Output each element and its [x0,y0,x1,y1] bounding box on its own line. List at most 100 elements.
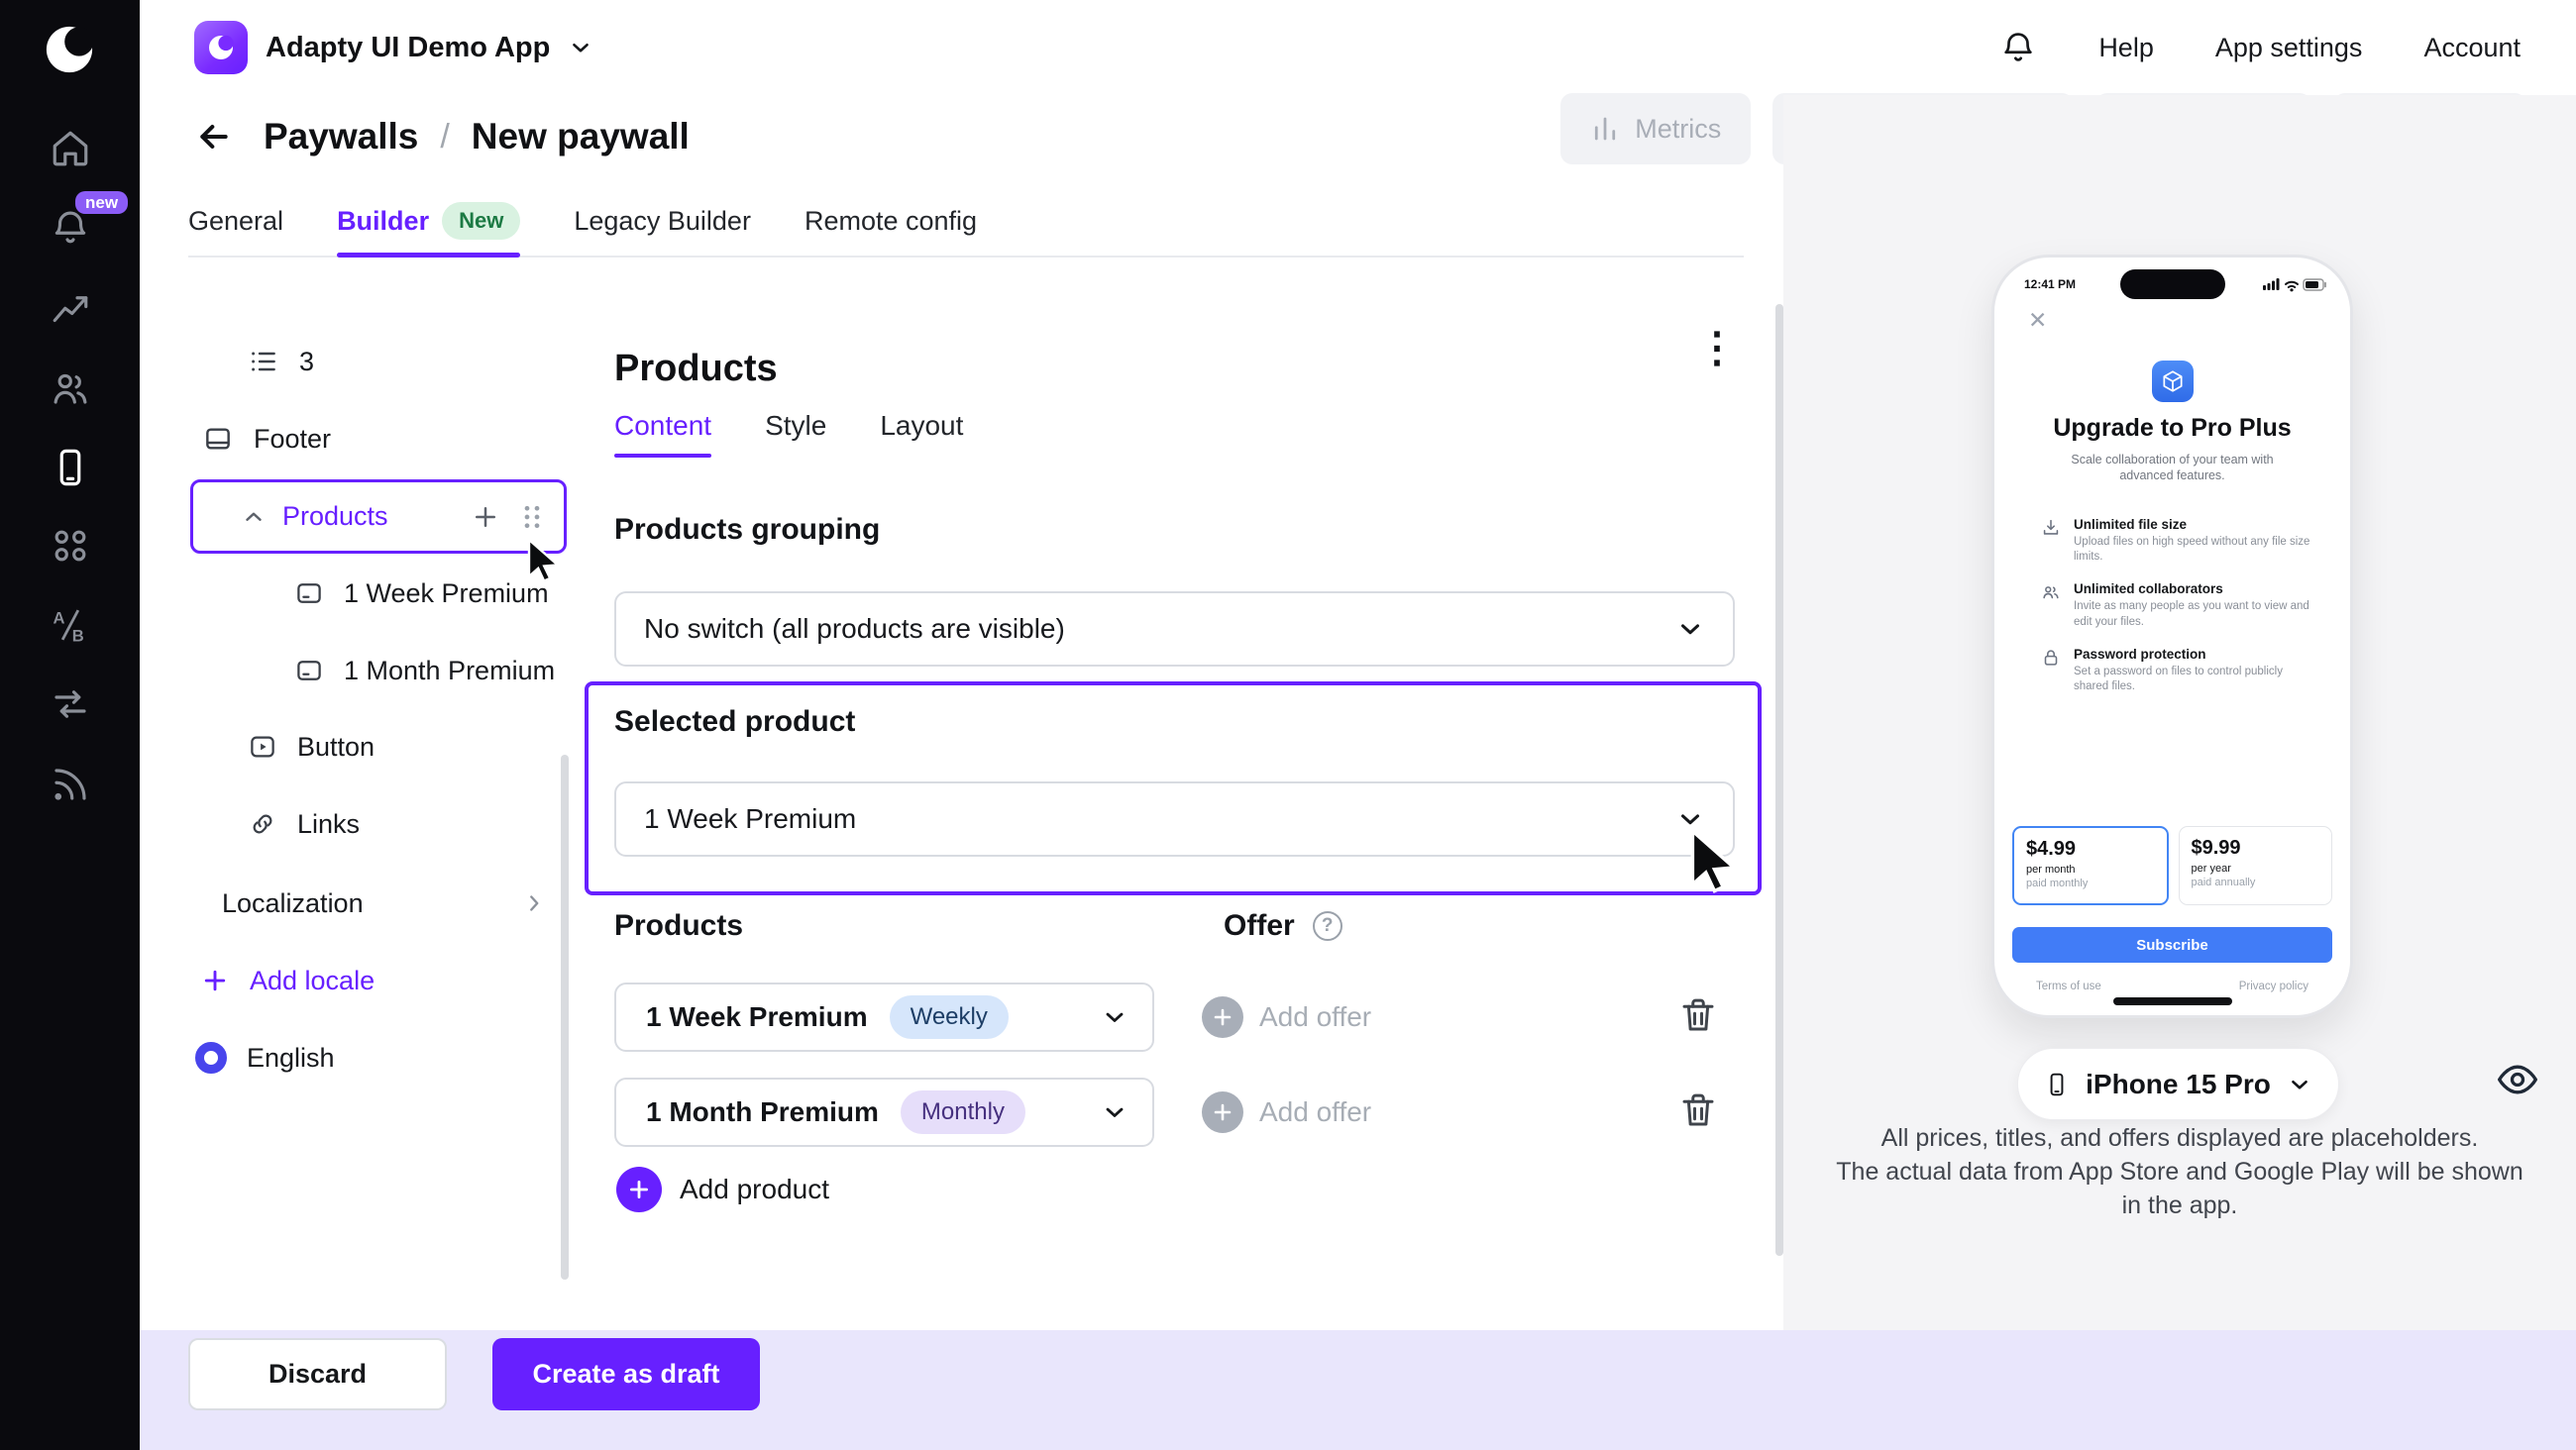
drag-handle-icon[interactable] [518,502,546,532]
tree-item-products-selected[interactable]: Products [190,479,567,554]
feature-title: Password protection [2074,647,2316,662]
tree-item-locale-english[interactable]: English [195,1033,335,1083]
eye-icon [2491,1058,2544,1101]
tree-scrollbar[interactable] [561,755,569,1280]
offer-label: Offer [1224,909,1295,943]
nav-customers-icon[interactable] [50,367,91,409]
add-locale-button[interactable]: Add locale [200,956,375,1005]
tab-builder-label: Builder [337,206,429,237]
plan-price: $9.99 [2192,837,2320,860]
home-indicator [2113,997,2232,1005]
product-name: 1 Month Premium [646,1096,879,1128]
plan-billing: paid monthly [2026,878,2155,889]
tree-item-button[interactable]: Button [248,722,375,772]
tree-products-label: Products [282,501,388,532]
subscribe-button[interactable]: Subscribe [2012,927,2332,963]
editor-tab-style[interactable]: Style [765,410,826,458]
editor-tab-content[interactable]: Content [614,410,711,458]
products-grouping-select[interactable]: No switch (all products are visible) [614,591,1735,667]
feature-item: Unlimited file size Upload files on high… [2040,517,2326,565]
nav-integrations-icon[interactable] [50,683,91,725]
privacy-link[interactable]: Privacy policy [2239,981,2308,992]
selected-product-select[interactable]: 1 Week Premium [614,781,1735,857]
discard-button[interactable]: Discard [188,1338,447,1410]
paywall-close-icon[interactable]: ✕ [2028,309,2047,332]
bar-chart-icon [1590,114,1620,144]
locale-radio-selected[interactable] [195,1042,227,1074]
topbar: Adapty UI Demo App Help App settings Acc… [140,0,2576,95]
plan-card-yearly[interactable]: $9.99 per year paid annually [2179,826,2333,905]
legal-links: Terms of use Privacy policy [2036,981,2308,992]
adapty-logo-icon[interactable] [38,18,101,81]
plus-circle-icon [1202,1091,1243,1133]
account-link[interactable]: Account [2423,33,2521,63]
phone-mockup: 12:41 PM ✕ Upgrade to Pro Plus Scale col… [1991,255,2353,1018]
lock-icon [2040,647,2062,669]
editor-tab-layout[interactable]: Layout [880,410,963,458]
notifications-bell-button[interactable] [1999,29,2037,66]
device-selector[interactable]: iPhone 15 Pro [2017,1048,2339,1120]
add-offer-button[interactable]: Add offer [1202,1091,1371,1133]
add-product-button[interactable]: Add product [616,1167,829,1212]
tree-item-localization[interactable]: Localization [222,879,567,928]
preview-visibility-button[interactable] [2491,1058,2544,1101]
tree-item-week-premium[interactable]: 1 Week Premium [294,569,549,618]
nav-home-icon[interactable] [50,128,91,169]
tab-builder[interactable]: Builder New [337,186,520,256]
plan-period: per month [2026,864,2155,876]
paywall-title: Upgrade to Pro Plus [1994,414,2350,443]
add-component-plus-icon[interactable] [471,502,500,532]
nav-rail: new AB [0,0,140,1450]
nav-ab-tests-icon[interactable]: AB [50,604,91,646]
delete-product-button[interactable] [1677,1089,1719,1131]
tree-item-links[interactable]: Links [248,799,360,849]
tab-legacy-builder[interactable]: Legacy Builder [574,186,751,256]
metrics-label: Metrics [1635,114,1721,145]
tree-item-footer[interactable]: Footer [202,414,331,464]
breadcrumb-separator: / [440,118,449,156]
plus-icon [200,966,230,995]
editor-tab-layout-label: Layout [880,410,963,441]
tab-general[interactable]: General [188,186,283,256]
chevron-up-icon[interactable] [241,504,267,530]
plus-circle-icon [616,1167,662,1212]
tree-item-counter[interactable]: 3 [248,337,314,386]
plan-period: per year [2192,863,2320,875]
plan-card-monthly[interactable]: $4.99 per month paid monthly [2012,826,2169,905]
chevron-right-icon [521,890,547,916]
tab-remote-config[interactable]: Remote config [805,186,977,256]
chevron-down-icon [1675,614,1705,644]
tree-item-month-premium[interactable]: 1 Month Premium [294,646,555,695]
product-row-select[interactable]: 1 Week Premium Weekly [614,983,1154,1052]
app-selector[interactable]: Adapty UI Demo App [194,14,593,81]
breadcrumb-parent[interactable]: Paywalls [264,116,418,157]
nav-placements-icon[interactable] [50,525,91,567]
back-button[interactable] [194,117,234,156]
editor-scrollbar[interactable] [1775,304,1783,1256]
nav-paywalls-icon[interactable] [50,447,91,488]
terms-link[interactable]: Terms of use [2036,981,2101,992]
delete-product-button[interactable] [1677,994,1719,1036]
section-menu-kebab-icon[interactable]: ⋮ [1696,327,1738,368]
products-grouping-value: No switch (all products are visible) [644,613,1065,645]
metrics-button[interactable]: Metrics [1560,93,1751,164]
nav-events-icon[interactable] [50,764,91,805]
help-link[interactable]: Help [2098,33,2154,63]
add-offer-button[interactable]: Add offer [1202,996,1371,1038]
nav-analytics-icon[interactable] [50,289,91,331]
feature-desc: Set a password on files to control publi… [2074,665,2316,694]
chevron-down-icon [1675,804,1705,834]
feature-item: Password protection Set a password on fi… [2040,647,2326,694]
placeholder-disclaimer: All prices, titles, and offers displayed… [1833,1121,2526,1222]
new-feature-badge: new [75,191,128,214]
feature-desc: Invite as many people as you want to vie… [2074,599,2316,629]
app-settings-link[interactable]: App settings [2215,33,2363,63]
product-row-select[interactable]: 1 Month Premium Monthly [614,1078,1154,1147]
selected-product-label: Selected product [614,705,855,739]
tree-week-premium-label: 1 Week Premium [344,578,549,609]
create-as-draft-button[interactable]: Create as draft [492,1338,760,1410]
paywall-subtitle: Scale collaboration of your team with ad… [2056,452,2289,484]
offer-help-icon[interactable]: ? [1313,911,1342,941]
preview-panel: 12:41 PM ✕ Upgrade to Pro Plus Scale col… [1783,95,2576,1330]
nav-notifications-icon[interactable]: new [50,207,91,249]
